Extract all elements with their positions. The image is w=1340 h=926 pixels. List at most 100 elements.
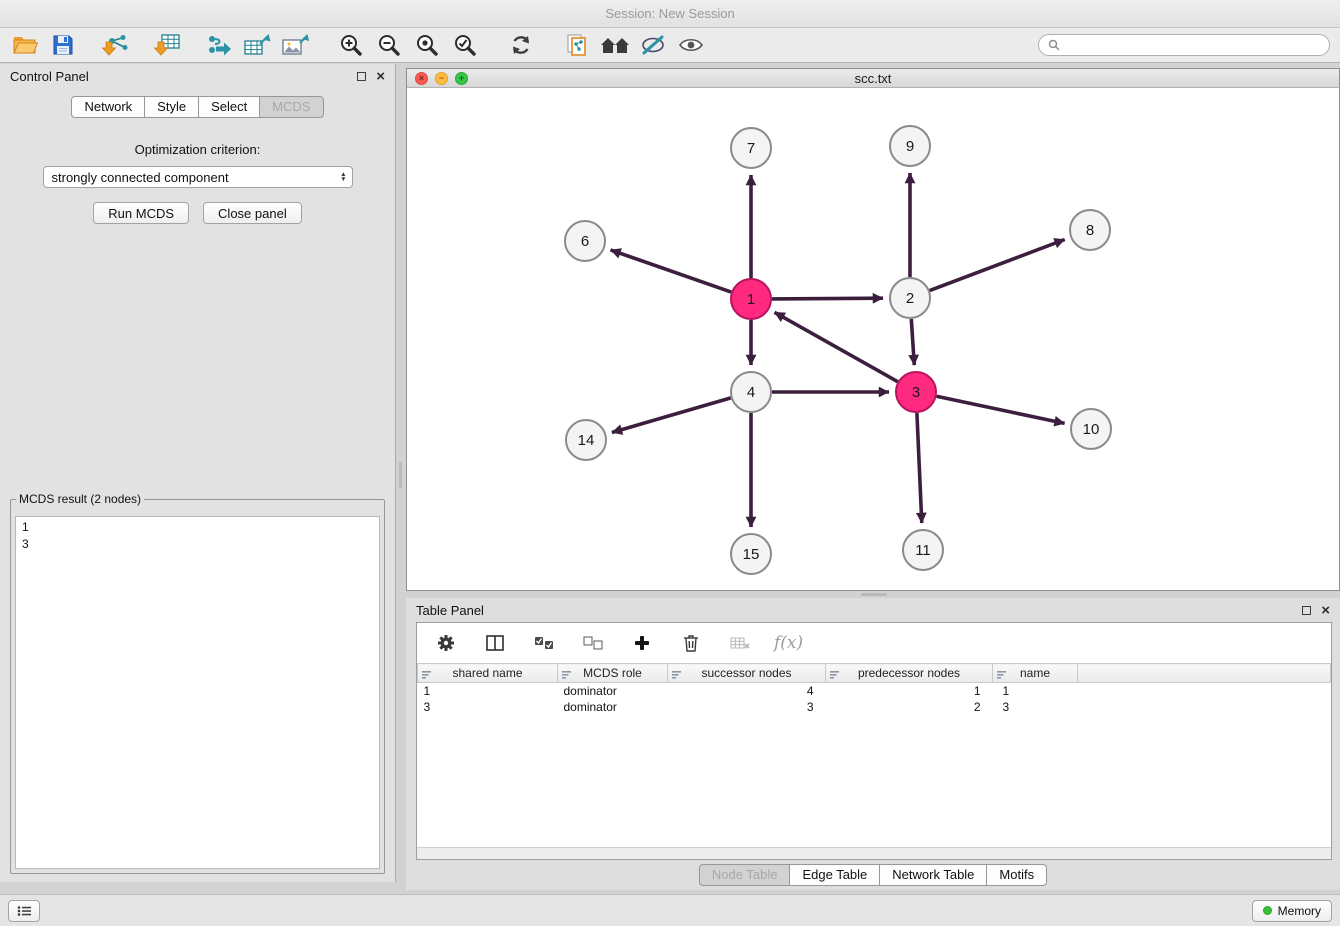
table-row[interactable]: 3 dominator 3 2 3	[418, 699, 1331, 715]
graph-edge-1-6[interactable]	[611, 250, 732, 292]
graph-edge-2-3[interactable]	[911, 319, 914, 365]
graph-node-10[interactable]: 10	[1071, 409, 1111, 449]
save-session-button[interactable]	[48, 30, 78, 60]
control-panel-header: Control Panel ×	[0, 64, 395, 88]
search-input[interactable]	[1066, 37, 1320, 53]
delete-table-button[interactable]	[725, 628, 755, 658]
vertical-splitter[interactable]	[396, 64, 406, 882]
status-bar: Memory	[0, 894, 1340, 926]
tab-network[interactable]: Network	[71, 96, 145, 118]
horizontal-splitter[interactable]	[406, 591, 1340, 598]
window-title: Session: New Session	[0, 0, 1340, 28]
graph-edge-3-10[interactable]	[937, 396, 1065, 423]
graph-edge-2-8[interactable]	[930, 240, 1065, 291]
column-sort-icon	[562, 671, 572, 680]
search-icon	[1048, 39, 1060, 51]
deselect-all-button[interactable]	[578, 628, 608, 658]
network-canvas[interactable]: 7 9 6 8 1 2 4 3 14 10 15 11	[407, 88, 1339, 590]
graph-node-label: 8	[1086, 222, 1094, 239]
graph-node-15[interactable]: 15	[731, 534, 771, 574]
close-panel-icon[interactable]: ×	[376, 69, 385, 84]
open-session-button[interactable]	[10, 30, 40, 60]
tab-mcds[interactable]: MCDS	[259, 96, 323, 118]
delete-column-button[interactable]	[676, 628, 706, 658]
column-header-predecessor-nodes[interactable]: predecessor nodes	[826, 664, 993, 683]
style-wizard-button[interactable]	[638, 30, 668, 60]
copy-style-button[interactable]	[562, 30, 592, 60]
graph-node-1[interactable]: 1	[731, 279, 771, 319]
control-panel-title: Control Panel	[10, 69, 89, 84]
export-table-button[interactable]	[242, 30, 272, 60]
graph-node-label: 1	[747, 291, 755, 308]
graph-edge-4-14[interactable]	[612, 398, 731, 433]
close-window-icon[interactable]: ×	[415, 72, 428, 85]
control-panel: Control Panel × Network Style Select MCD…	[0, 64, 396, 882]
float-table-panel-icon[interactable]	[1302, 606, 1311, 615]
traffic-lights: × − +	[415, 72, 468, 85]
zoom-fit-button[interactable]	[412, 30, 442, 60]
graph-node-14[interactable]: 14	[566, 420, 606, 460]
zoom-in-button[interactable]	[336, 30, 366, 60]
function-builder-button[interactable]: f(x)	[774, 633, 803, 653]
table-row[interactable]: 1 dominator 4 1 1	[418, 683, 1331, 699]
show-panels-button[interactable]	[8, 900, 40, 922]
show-graphics-button[interactable]	[676, 30, 706, 60]
graph-node-2[interactable]: 2	[890, 278, 930, 318]
zoom-out-button[interactable]	[374, 30, 404, 60]
zoom-selected-button[interactable]	[450, 30, 480, 60]
select-all-button[interactable]	[529, 628, 559, 658]
export-network-button[interactable]	[204, 30, 234, 60]
float-panel-icon[interactable]	[357, 72, 366, 81]
graph-node-9[interactable]: 9	[890, 126, 930, 166]
column-header-successor-nodes[interactable]: successor nodes	[668, 664, 826, 683]
tab-network-table[interactable]: Network Table	[879, 864, 987, 886]
close-panel-button[interactable]: Close panel	[203, 202, 302, 224]
refresh-layout-button[interactable]	[506, 30, 536, 60]
tab-motifs[interactable]: Motifs	[986, 864, 1047, 886]
graph-edge-3-11[interactable]	[917, 413, 922, 523]
graph-node-3[interactable]: 3	[896, 372, 936, 412]
mcds-result-title: MCDS result (2 nodes)	[16, 492, 144, 506]
memory-button[interactable]: Memory	[1252, 900, 1332, 922]
graph-node-6[interactable]: 6	[565, 221, 605, 261]
graph-node-7[interactable]: 7	[731, 128, 771, 168]
network-window-title: scc.txt	[855, 71, 892, 86]
graph-edge-3-1[interactable]	[775, 312, 898, 381]
column-header-name[interactable]: name	[993, 664, 1078, 683]
tab-style[interactable]: Style	[144, 96, 199, 118]
export-network-icon	[206, 33, 232, 57]
add-column-button[interactable]	[627, 628, 657, 658]
main-toolbar	[0, 28, 1340, 63]
graph-node-4[interactable]: 4	[731, 372, 771, 412]
tab-edge-table[interactable]: Edge Table	[789, 864, 880, 886]
import-table-button[interactable]	[152, 30, 182, 60]
graph-node-8[interactable]: 8	[1070, 210, 1110, 250]
table-horizontal-scrollbar[interactable]	[417, 847, 1331, 859]
minimize-window-icon[interactable]: −	[435, 72, 448, 85]
tab-select[interactable]: Select	[198, 96, 260, 118]
split-panel-icon	[486, 635, 504, 651]
maximize-window-icon[interactable]: +	[455, 72, 468, 85]
graph-node-label: 10	[1083, 421, 1100, 438]
close-table-panel-icon[interactable]: ×	[1321, 603, 1330, 618]
zoom-selected-icon	[453, 33, 477, 57]
criterion-select[interactable]: strongly connected component ▲▼	[43, 166, 353, 188]
node-table-container: f(x) shared name MCDS role	[416, 622, 1332, 860]
mcds-result-list[interactable]: 1 3	[15, 516, 380, 869]
tab-node-table[interactable]: Node Table	[699, 864, 791, 886]
first-neighbors-button[interactable]	[600, 30, 630, 60]
table-bottom-tabs: Node Table Edge Table Network Table Moti…	[406, 864, 1340, 886]
import-network-button[interactable]	[100, 30, 130, 60]
export-image-button[interactable]	[280, 30, 310, 60]
column-header-shared-name[interactable]: shared name	[418, 664, 558, 683]
refresh-icon	[509, 33, 533, 57]
run-mcds-button[interactable]: Run MCDS	[93, 202, 189, 224]
graph-edge-1-2[interactable]	[772, 298, 883, 299]
column-header-mcds-role[interactable]: MCDS role	[558, 664, 668, 683]
graph-node-11[interactable]: 11	[903, 530, 943, 570]
table-settings-button[interactable]	[431, 628, 461, 658]
node-table: shared name MCDS role successor nodes pr…	[417, 663, 1331, 715]
search-field[interactable]	[1038, 34, 1330, 56]
graph-node-label: 15	[743, 546, 760, 563]
show-columns-button[interactable]	[480, 628, 510, 658]
